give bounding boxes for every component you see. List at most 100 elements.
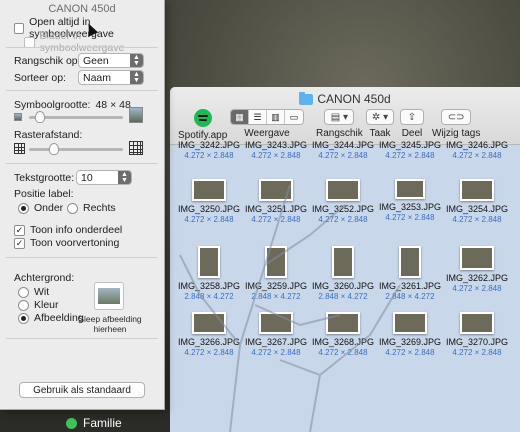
file-name: IMG_3266.JPG (177, 337, 241, 347)
divider (6, 90, 158, 91)
arrange-by-select[interactable]: Geen ▲ ▼ (78, 53, 144, 68)
file-icon-item[interactable]: IMG_3266.JPG 4.272 × 2.848 (176, 312, 242, 357)
image-dimensions: 2.848 × 4.272 (385, 292, 435, 301)
file-name: IMG_3242.JPG (177, 140, 241, 150)
file-name: IMG_3261.JPG (378, 281, 442, 291)
icon-size-row: Symboolgrootte: 48 × 48 (14, 99, 131, 111)
tag-label: Familie (83, 416, 122, 430)
file-icon-item[interactable]: IMG_3258.JPG 2.848 × 4.272 (176, 246, 242, 301)
arrange-button[interactable]: ▤ ▾ Rangschik (316, 109, 363, 139)
file-icon-item[interactable]: IMG_3242.JPG 4.272 × 2.848 (176, 140, 242, 160)
image-thumbnail (192, 179, 226, 201)
sort-by-label: Sorteer op: (14, 72, 66, 84)
image-thumbnail (460, 179, 494, 201)
list-view-icon[interactable]: ☰ (249, 110, 267, 124)
show-info-option[interactable]: ✓ Toon info onderdeel (14, 224, 122, 236)
bg-picture-radio[interactable] (18, 312, 29, 324)
label-bottom-radio[interactable] (18, 202, 29, 214)
divider (6, 338, 158, 339)
image-thumbnail (326, 179, 360, 201)
background-image-well[interactable] (94, 282, 124, 310)
bg-white-option[interactable]: Wit (18, 286, 49, 298)
always-icon-view-checkbox[interactable] (14, 22, 25, 34)
image-thumbnail (399, 246, 421, 278)
icon-grid: IMG_3242.JPG 4.272 × 2.848 IMG_3243.JPG 4.2… (170, 140, 520, 432)
grid-spacing-slider-knob[interactable] (49, 143, 60, 155)
file-name: IMG_3246.JPG (445, 140, 509, 150)
image-thumbnail (332, 246, 354, 278)
tags-label: Wijzig tags (432, 128, 481, 139)
show-preview-option[interactable]: ✓ Toon voorvertoning (14, 237, 119, 249)
image-dimensions: 4.272 × 2.848 (251, 215, 301, 224)
file-icon-item[interactable]: IMG_3250.JPG 4.272 × 2.848 (176, 179, 242, 224)
image-dimensions: 4.272 × 2.848 (184, 215, 234, 224)
share-button[interactable]: ⇪ Deel (400, 109, 424, 139)
file-icon-item[interactable]: IMG_3270.JPG 4.272 × 2.848 (444, 312, 510, 357)
sort-by-select[interactable]: Naam ▲ ▼ (78, 70, 144, 85)
text-size-value: 10 (81, 171, 93, 184)
image-thumbnail (460, 246, 494, 270)
view-control[interactable]: ▦ ☰ ▥ ▭ Weergave (230, 109, 304, 139)
show-preview-checkbox[interactable]: ✓ (14, 237, 25, 249)
image-thumbnail (460, 312, 494, 334)
tag-icon: ⊂⊃ (441, 109, 472, 125)
sidebar-tag-familie[interactable]: Familie (66, 414, 166, 432)
file-icon-item[interactable]: IMG_3261.JPG 2.848 × 4.272 (377, 246, 443, 301)
file-icon-item[interactable]: IMG_3262.JPG 4.272 × 2.848 (444, 246, 510, 293)
divider (6, 47, 158, 48)
bg-color-option[interactable]: Kleur (18, 299, 59, 311)
edit-tags-button[interactable]: ⊂⊃ Wijzig tags (432, 109, 480, 139)
image-dimensions: 4.272 × 2.848 (318, 215, 368, 224)
arrange-by-value: Geen (83, 54, 109, 67)
file-icon-item[interactable]: IMG_3260.JPG 2.848 × 4.272 (310, 246, 376, 301)
label-right-option[interactable]: Rechts (67, 202, 116, 214)
column-view-icon[interactable]: ▥ (267, 110, 285, 124)
file-icon-item[interactable]: IMG_3245.JPG 4.272 × 2.848 (377, 140, 443, 160)
file-icon-item[interactable]: IMG_3243.JPG 4.272 × 2.848 (243, 140, 309, 160)
file-icon-item[interactable]: IMG_3259.JPG 2.848 × 4.272 (243, 246, 309, 301)
cover-flow-icon[interactable]: ▭ (285, 110, 303, 124)
bg-white-radio[interactable] (18, 286, 29, 298)
label-bottom-option[interactable]: Onder (18, 202, 63, 214)
panel-title: CANON 450d (48, 3, 116, 15)
file-icon-item[interactable]: IMG_3267.JPG 4.272 × 2.848 (243, 312, 309, 357)
file-icon-item[interactable]: IMG_3254.JPG 4.272 × 2.848 (444, 179, 510, 224)
icon-size-value: 48 × 48 (95, 99, 131, 111)
file-name: IMG_3267.JPG (244, 337, 308, 347)
spotify-app-button[interactable]: Spotify.app (178, 109, 227, 141)
file-icon-item[interactable]: IMG_3246.JPG 4.272 × 2.848 (444, 140, 510, 160)
image-thumbnail (259, 312, 293, 334)
image-dimensions: 4.272 × 2.848 (251, 348, 301, 357)
action-button[interactable]: ✲ ▾ Taak (366, 109, 394, 139)
arrange-icon: ▤ ▾ (324, 109, 355, 125)
file-icon-item[interactable]: IMG_3253.JPG 4.272 × 2.848 (377, 179, 443, 222)
window-title-text: CANON 450d (317, 92, 391, 106)
file-icon-item[interactable]: IMG_3268.JPG 4.272 × 2.848 (310, 312, 376, 357)
bg-color-radio[interactable] (18, 299, 29, 311)
finder-toolbar: CANON 450d Spotify.app ▦ ☰ ▥ ▭ Weergave … (170, 87, 520, 145)
bg-white-text: Wit (34, 286, 50, 298)
background-label: Achtergrond: (14, 272, 75, 284)
file-icon-item[interactable]: IMG_3244.JPG 4.272 × 2.848 (310, 140, 376, 160)
file-icon-item[interactable]: IMG_3269.JPG 4.272 × 2.848 (377, 312, 443, 357)
image-thumbnail (192, 312, 226, 334)
label-right-radio[interactable] (67, 202, 78, 214)
file-name: IMG_3244.JPG (311, 140, 375, 150)
use-as-defaults-button[interactable]: Gebruik als standaard (19, 382, 145, 398)
show-info-checkbox[interactable]: ✓ (14, 224, 25, 236)
bg-picture-option[interactable]: Afbeelding (18, 312, 84, 324)
stepper-arrows-icon: ▲ ▼ (118, 171, 131, 184)
arrange-label: Rangschik (316, 128, 363, 139)
gear-icon: ✲ ▾ (366, 109, 394, 125)
bg-picture-text: Afbeelding (34, 312, 84, 324)
spotify-icon (193, 109, 212, 127)
image-dimensions: 4.272 × 2.848 (184, 151, 234, 160)
file-icon-item[interactable]: IMG_3252.JPG 4.272 × 2.848 (310, 179, 376, 224)
icon-size-slider-knob[interactable] (35, 111, 46, 123)
text-size-select[interactable]: 10 ▲ ▼ (76, 170, 132, 185)
grid-spacing-slider-track[interactable] (29, 148, 123, 151)
drop-image-hint: Sleep afbeelding hierheen (78, 314, 142, 334)
file-name: IMG_3268.JPG (311, 337, 375, 347)
icon-view-icon[interactable]: ▦ (231, 110, 249, 124)
file-icon-item[interactable]: IMG_3251.JPG 4.272 × 2.848 (243, 179, 309, 224)
